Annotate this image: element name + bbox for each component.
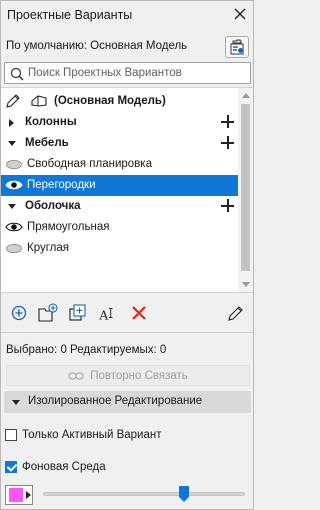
group-row[interactable]: Оболочка [1, 196, 238, 217]
svg-text:A: A [99, 307, 109, 322]
option-row[interactable]: Круглая [1, 238, 238, 259]
option-row[interactable]: Прямоугольная [1, 217, 238, 238]
house-model-icon [31, 95, 47, 107]
background-label: Фоновая Среда [22, 461, 106, 473]
add-option-button[interactable] [9, 303, 29, 323]
edit-icon [228, 306, 243, 321]
delete-button[interactable] [129, 303, 149, 323]
base-model-row[interactable]: (Основная Модель) [1, 91, 238, 112]
vertical-scrollbar[interactable] [238, 88, 253, 292]
relink-button[interactable]: Повторно Связать [6, 365, 250, 386]
color-swatch-fill [9, 488, 23, 502]
hidden-eye-icon[interactable] [5, 159, 23, 170]
collapse-arrow-icon[interactable] [12, 400, 20, 405]
only-active-label: Только Активный Вариант [22, 429, 162, 441]
search-box[interactable] [4, 62, 251, 84]
option-label: Круглая [27, 242, 69, 254]
expand-arrow-icon[interactable] [9, 119, 14, 127]
option-row[interactable]: Свободная планировка [1, 154, 238, 175]
scroll-down-arrow-icon[interactable] [242, 282, 250, 287]
default-model-label: По умолчанию: Основная Модель [6, 40, 188, 52]
group-label: Оболочка [25, 200, 81, 212]
duplicate-icon [69, 304, 86, 321]
group-row[interactable]: Мебель [1, 133, 238, 154]
add-group-icon [38, 303, 58, 322]
collapse-arrow-icon[interactable] [8, 204, 16, 209]
add-option-icon [11, 305, 27, 321]
only-active-option-row[interactable]: Только Активный Вариант [5, 426, 162, 444]
design-options-settings-icon [230, 39, 244, 55]
options-menu-button[interactable] [225, 36, 249, 58]
add-option-plus-icon[interactable] [220, 135, 236, 151]
divider [1, 332, 253, 333]
option-label: Свободная планировка [27, 158, 152, 170]
add-group-button[interactable] [38, 303, 58, 323]
base-model-label: (Основная Модель) [54, 95, 166, 107]
design-options-panel: Проектные Варианты По умолчанию: Основна… [0, 0, 254, 510]
pencil-icon[interactable] [5, 93, 21, 109]
edit-button[interactable] [226, 303, 246, 323]
search-icon [10, 67, 24, 81]
scroll-thumb[interactable] [241, 104, 250, 271]
background-checkbox[interactable] [5, 461, 17, 473]
group-row[interactable]: Колонны [1, 112, 238, 133]
collapse-arrow-icon[interactable] [8, 141, 16, 146]
isolated-editing-section-header[interactable]: Изолированное Редактирование [4, 391, 251, 413]
hidden-eye-icon[interactable] [5, 243, 23, 254]
only-active-checkbox[interactable] [5, 429, 17, 441]
relink-label: Повторно Связать [90, 369, 188, 382]
add-option-plus-icon[interactable] [220, 114, 236, 130]
option-label: Прямоугольная [27, 221, 110, 233]
opacity-slider[interactable] [43, 486, 245, 502]
close-button[interactable] [231, 5, 249, 23]
options-tree: (Основная Модель) Колонны Мебель Свободн… [1, 87, 253, 293]
link-icon [68, 372, 84, 379]
group-label: Колонны [25, 116, 77, 128]
rename-icon: A [99, 307, 113, 322]
add-option-plus-icon[interactable] [220, 198, 236, 214]
option-row-selected[interactable]: Перегородки [1, 175, 238, 196]
option-label: Перегородки [27, 179, 96, 191]
eye-icon[interactable] [5, 221, 23, 233]
eye-icon[interactable] [5, 179, 23, 191]
rename-button[interactable]: A [98, 303, 118, 323]
delete-icon [132, 306, 146, 320]
group-label: Мебель [25, 137, 69, 149]
background-row[interactable]: Фоновая Среда [5, 458, 106, 476]
selection-status: Выбрано: 0 Редактируемых: 0 [6, 344, 167, 356]
search-input[interactable] [28, 65, 243, 81]
slider-thumb[interactable] [179, 486, 189, 502]
panel-title: Проектные Варианты [7, 8, 133, 22]
background-color-picker[interactable] [5, 485, 33, 505]
scroll-up-arrow-icon[interactable] [242, 93, 250, 98]
close-icon [234, 8, 246, 20]
duplicate-button[interactable] [68, 303, 88, 323]
dropdown-arrow-icon [26, 491, 31, 499]
isolated-editing-label: Изолированное Редактирование [28, 395, 203, 407]
